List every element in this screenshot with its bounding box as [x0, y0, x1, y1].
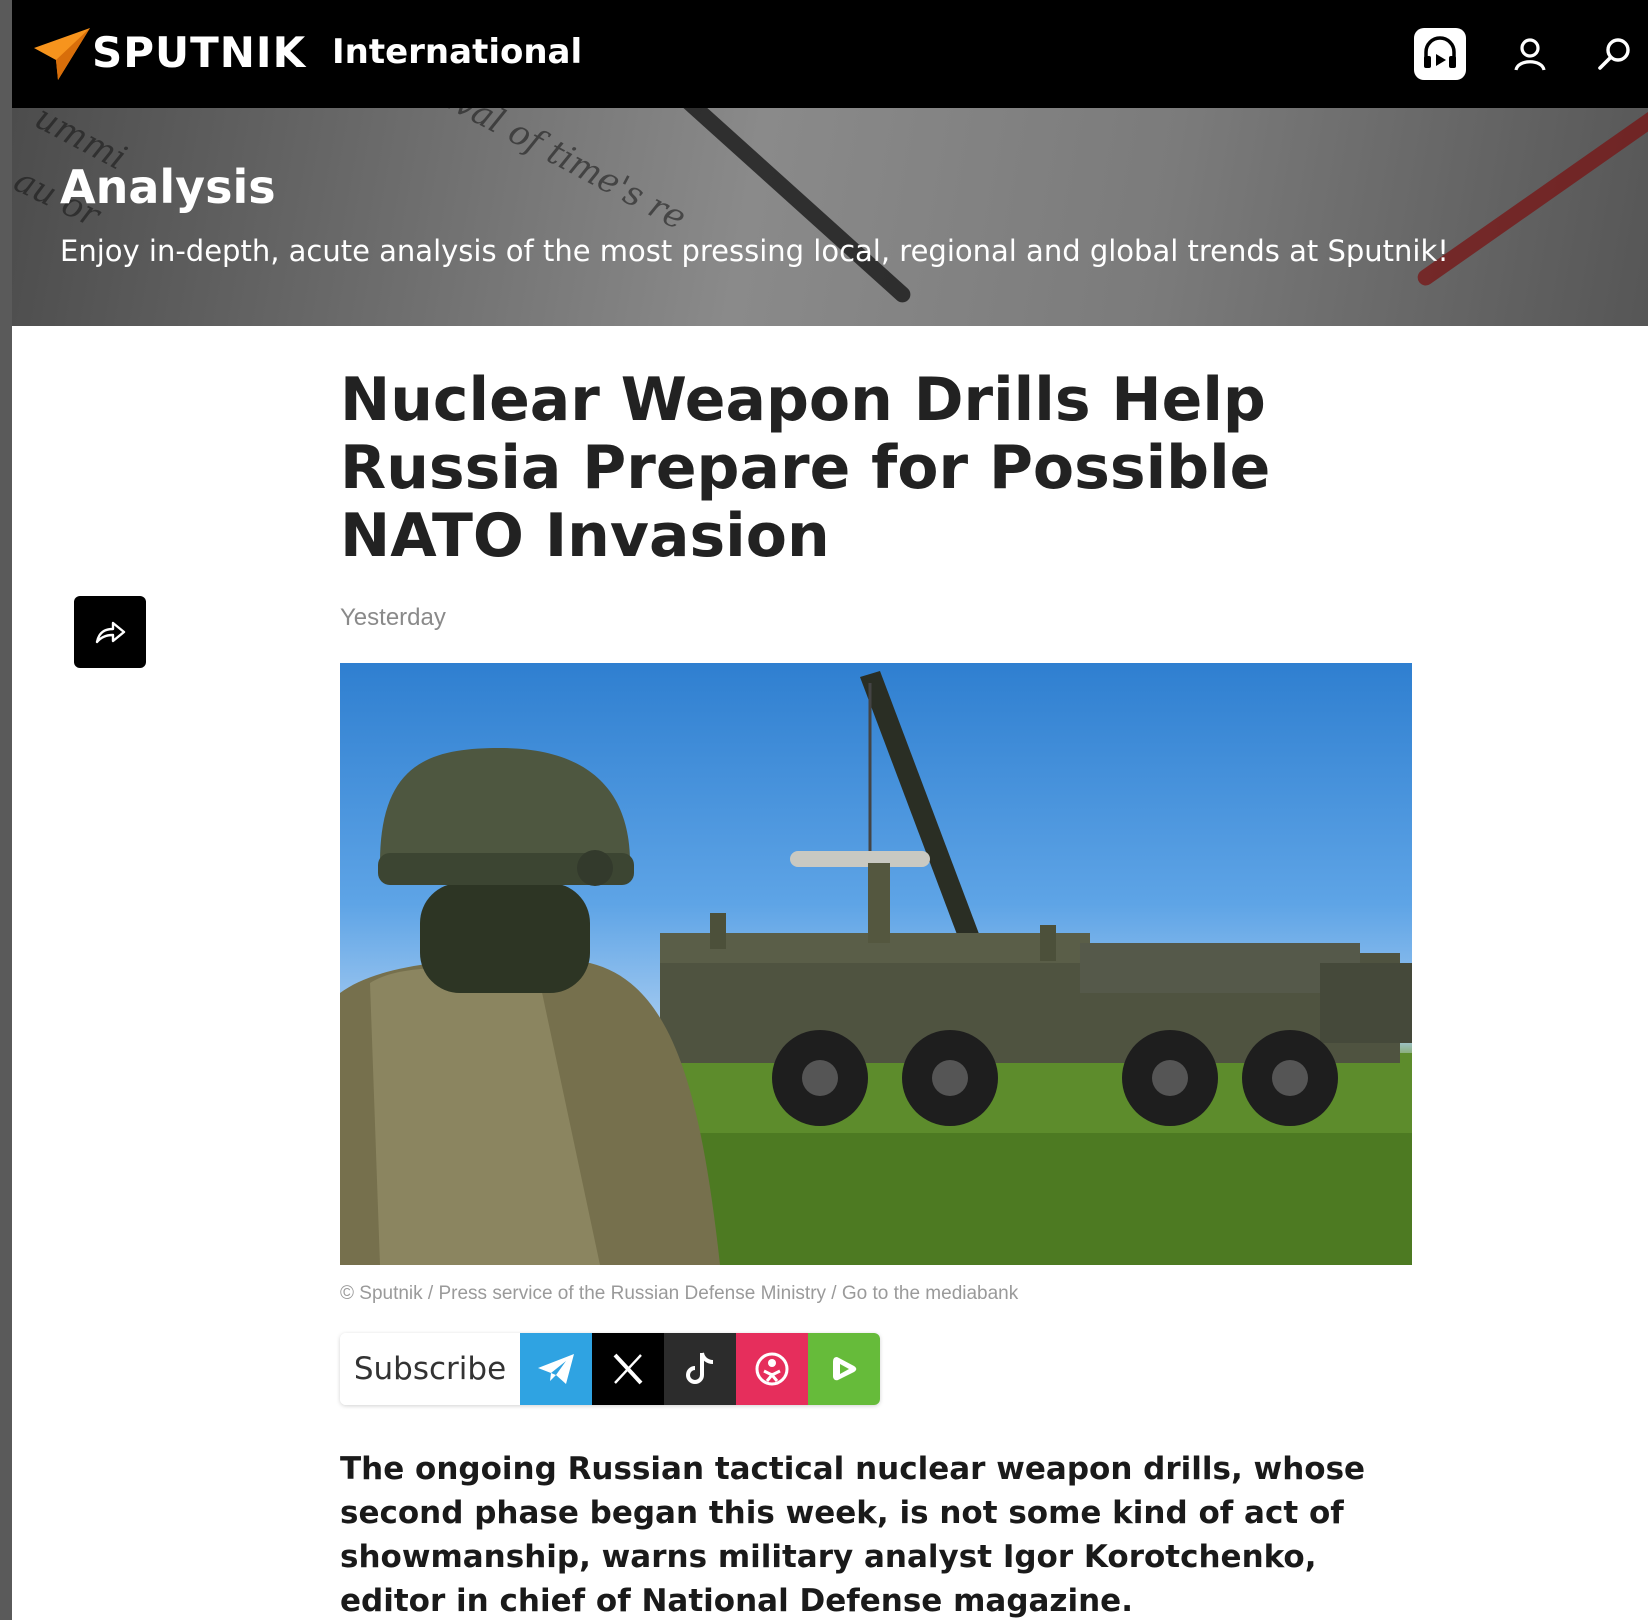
sputnik-logo-icon[interactable] — [32, 26, 90, 82]
telegram-button[interactable] — [520, 1333, 592, 1405]
tiktok-button[interactable] — [664, 1333, 736, 1405]
rumble-button[interactable] — [808, 1333, 880, 1405]
logo-text[interactable]: SPUTNIK — [92, 28, 306, 77]
edition-label[interactable]: International — [332, 32, 582, 72]
user-icon — [1514, 38, 1546, 71]
odnoklassniki-button[interactable] — [736, 1333, 808, 1405]
section-subtitle: Enjoy in-depth, acute analysis of the mo… — [60, 234, 1449, 268]
odnoklassniki-icon — [755, 1352, 789, 1386]
top-navigation-bar: SPUTNIK International — [12, 0, 1648, 108]
radio-button[interactable] — [1414, 28, 1466, 80]
article-photo-illustration — [340, 671, 1412, 1265]
article-photo[interactable] — [340, 663, 1412, 1265]
rumble-icon — [833, 1357, 857, 1381]
radio-icon — [1424, 36, 1456, 68]
banner-background-decoration: ival of time's re — [438, 108, 693, 239]
subscribe-label: Subscribe — [340, 1333, 520, 1405]
search-button[interactable] — [1587, 26, 1643, 82]
search-icon — [1598, 38, 1630, 70]
banner-pen-shape — [1414, 108, 1648, 289]
tiktok-icon — [686, 1352, 714, 1384]
x-icon — [613, 1353, 643, 1385]
share-button[interactable] — [74, 596, 146, 668]
user-account-button[interactable] — [1502, 26, 1558, 82]
page: SPUTNIK International ummi au or ival of… — [12, 0, 1648, 1620]
telegram-icon — [538, 1354, 574, 1384]
section-title[interactable]: Analysis — [60, 160, 276, 214]
article-headline: Nuclear Weapon Drills Help Russia Prepar… — [340, 365, 1271, 571]
section-banner: ummi au or ival of time's re Analysis En… — [12, 108, 1648, 326]
share-icon — [95, 621, 126, 644]
x-button[interactable] — [592, 1333, 664, 1405]
article-date: Yesterday — [340, 604, 446, 631]
photo-credit[interactable]: © Sputnik / Press service of the Russian… — [340, 1283, 1018, 1305]
article-lead: The ongoing Russian tactical nuclear wea… — [340, 1451, 1366, 1619]
subscribe-bar: Subscribe — [340, 1333, 880, 1405]
